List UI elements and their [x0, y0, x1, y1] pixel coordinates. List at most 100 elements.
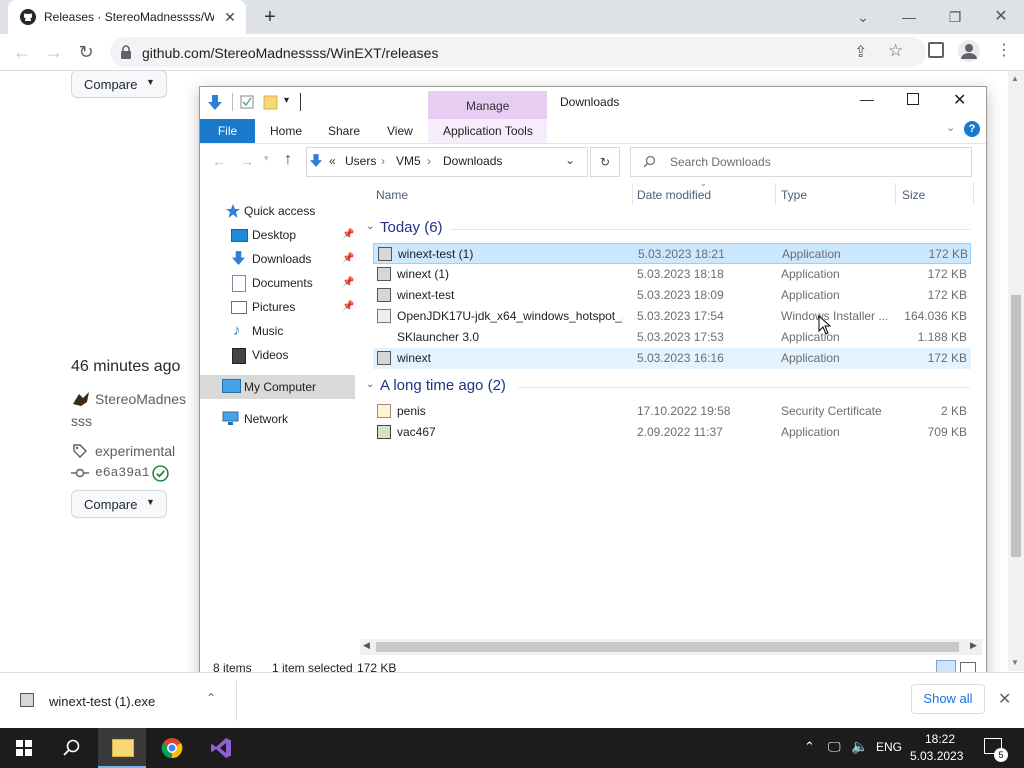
file-row[interactable]: winext-test (1) 5.03.2023 18:21 Applicat…	[373, 243, 971, 264]
scroll-down-icon[interactable]: ▼	[1011, 658, 1019, 667]
clock-time[interactable]: 18:22	[925, 732, 955, 746]
breadcrumb-downloads[interactable]: Downloads	[443, 154, 502, 168]
column-date[interactable]: Date modified	[637, 188, 711, 202]
properties-icon[interactable]	[240, 95, 254, 109]
sidebar-music[interactable]: Music	[252, 324, 283, 338]
address-breadcrumb[interactable]: « Users › VM5 › Downloads ⌄	[306, 147, 588, 177]
file-row[interactable]: penis 17.10.2022 19:58 Security Certific…	[373, 401, 971, 422]
new-folder-icon[interactable]	[263, 94, 279, 110]
release-tag[interactable]: experimental	[95, 443, 175, 459]
network-tray-icon[interactable]: 🖵	[828, 739, 841, 755]
author-name[interactable]: StereoMadnes	[95, 391, 186, 407]
volume-tray-icon[interactable]: 🔈	[851, 738, 868, 755]
column-size[interactable]: Size	[902, 188, 925, 202]
tab-application-tools[interactable]: Application Tools	[443, 119, 533, 143]
compare-button-top[interactable]: Compare ▼	[71, 70, 167, 98]
horizontal-scroll-thumb[interactable]	[376, 642, 959, 652]
group-collapse-icon[interactable]: ⌄	[366, 379, 374, 390]
explorer-minimize-icon[interactable]: —	[860, 91, 874, 107]
file-date: 5.03.2023 16:16	[637, 351, 724, 365]
nav-back-icon[interactable]: ←	[212, 153, 226, 169]
tab-search-icon[interactable]: ⌄	[845, 4, 881, 30]
group-collapse-icon[interactable]: ⌄	[366, 221, 374, 232]
nav-forward-icon[interactable]: →	[240, 153, 254, 169]
tab-share[interactable]: Share	[328, 119, 360, 143]
tab-view[interactable]: View	[387, 119, 413, 143]
sidebar-pictures[interactable]: Pictures	[252, 300, 295, 314]
chrome-taskbar-button[interactable]	[148, 728, 196, 768]
clock-date[interactable]: 5.03.2023	[910, 749, 963, 763]
download-shelf: winext-test (1).exe ⌃ Show all ✕	[0, 672, 1024, 729]
share-icon[interactable]: ⇪	[854, 42, 867, 62]
compare-button[interactable]: Compare ▼	[71, 490, 167, 518]
refresh-icon[interactable]: ↻	[590, 147, 620, 177]
file-tab[interactable]: File	[200, 119, 255, 143]
group-today[interactable]: Today (6)	[380, 219, 443, 236]
breadcrumb-overflow[interactable]: «	[329, 154, 336, 168]
file-row[interactable]: SKlauncher 3.0 5.03.2023 17:53 Applicati…	[373, 327, 971, 348]
sidebar-videos[interactable]: Videos	[252, 348, 288, 362]
show-all-button[interactable]: Show all	[911, 684, 985, 714]
menu-kebab-icon[interactable]: ⋮	[996, 40, 1012, 60]
breadcrumb-vm5[interactable]: VM5	[396, 154, 421, 168]
qat-dropdown-icon[interactable]: ▾	[284, 95, 289, 106]
show-hidden-icons[interactable]: ⌃	[804, 739, 815, 755]
page-scroll-thumb[interactable]	[1011, 295, 1021, 557]
sidebar-network[interactable]: Network	[244, 412, 288, 426]
restore-icon[interactable]: ❐	[937, 4, 973, 30]
caret-down-icon: ▼	[146, 497, 155, 507]
sidebar-documents[interactable]: Documents	[252, 276, 313, 290]
address-bar[interactable]: github.com/StereoMadnessss/WinEXT/releas…	[110, 37, 926, 67]
file-row[interactable]: winext (1) 5.03.2023 18:18 Application 1…	[373, 264, 971, 285]
explorer-maximize-icon[interactable]	[907, 93, 919, 105]
back-icon[interactable]: ←	[10, 40, 34, 64]
file-type: Application	[781, 351, 840, 365]
language-indicator[interactable]: ENG	[876, 740, 902, 754]
expand-ribbon-icon[interactable]: ⌄	[946, 121, 955, 134]
tab-close-icon[interactable]: ✕	[220, 7, 240, 27]
address-dropdown-icon[interactable]: ⌄	[565, 153, 575, 167]
breadcrumb-users[interactable]: Users	[345, 154, 376, 168]
search-box[interactable]: Search Downloads	[630, 147, 972, 177]
forward-icon[interactable]: →	[42, 40, 66, 64]
file-explorer-taskbar-button[interactable]	[98, 728, 146, 768]
scroll-left-icon[interactable]: ◀	[363, 640, 370, 651]
desktop-icon	[231, 229, 248, 242]
reload-icon[interactable]: ↻	[74, 40, 98, 64]
minimize-icon[interactable]: —	[891, 4, 927, 30]
help-icon[interactable]: ?	[964, 121, 980, 137]
close-window-icon[interactable]: ✕	[983, 4, 1019, 30]
profile-avatar[interactable]	[958, 40, 980, 62]
explorer-close-icon[interactable]: ✕	[953, 90, 966, 110]
download-options-icon[interactable]: ⌃	[206, 691, 216, 705]
sidebar-downloads[interactable]: Downloads	[252, 252, 311, 266]
author-name-cont[interactable]: sss	[71, 413, 92, 429]
close-shelf-icon[interactable]: ✕	[998, 689, 1011, 709]
file-row[interactable]: vac467 2.09.2022 11:37 Application 709 K…	[373, 422, 971, 443]
new-tab-button[interactable]: +	[258, 5, 282, 29]
file-row[interactable]: OpenJDK17U-jdk_x64_windows_hotspot_... 5…	[373, 306, 971, 327]
sidebar-desktop[interactable]: Desktop	[252, 228, 296, 242]
commit-hash[interactable]: e6a39a1	[95, 465, 150, 480]
download-filename[interactable]: winext-test (1).exe	[49, 694, 155, 709]
side-panel-icon[interactable]	[928, 42, 944, 58]
manage-context-tab[interactable]: Manage	[428, 91, 547, 119]
bookmark-star-icon[interactable]: ☆	[888, 41, 903, 61]
up-folder-icon[interactable]: ↑	[284, 151, 292, 169]
file-row[interactable]: winext 5.03.2023 16:16 Application 172 K…	[373, 348, 971, 369]
recent-locations-icon[interactable]: ▾	[264, 153, 269, 164]
visual-studio-taskbar-button[interactable]	[197, 728, 245, 768]
tab-releases[interactable]: Releases · StereoMadnessss/WinE ✕	[8, 0, 246, 34]
column-type[interactable]: Type	[781, 188, 807, 202]
author-avatar[interactable]	[71, 390, 91, 408]
sidebar-my-computer[interactable]: My Computer	[244, 380, 316, 394]
column-name[interactable]: Name	[376, 188, 408, 202]
scroll-up-icon[interactable]: ▲	[1011, 74, 1019, 83]
group-long-ago[interactable]: A long time ago (2)	[380, 377, 506, 394]
sidebar-quick-access[interactable]: Quick access	[244, 204, 315, 218]
scroll-right-icon[interactable]: ▶	[970, 640, 977, 651]
taskbar-search-icon[interactable]	[63, 739, 81, 757]
windows-start-icon[interactable]	[16, 740, 32, 756]
tab-home[interactable]: Home	[270, 119, 302, 143]
file-row[interactable]: winext-test 5.03.2023 18:09 Application …	[373, 285, 971, 306]
